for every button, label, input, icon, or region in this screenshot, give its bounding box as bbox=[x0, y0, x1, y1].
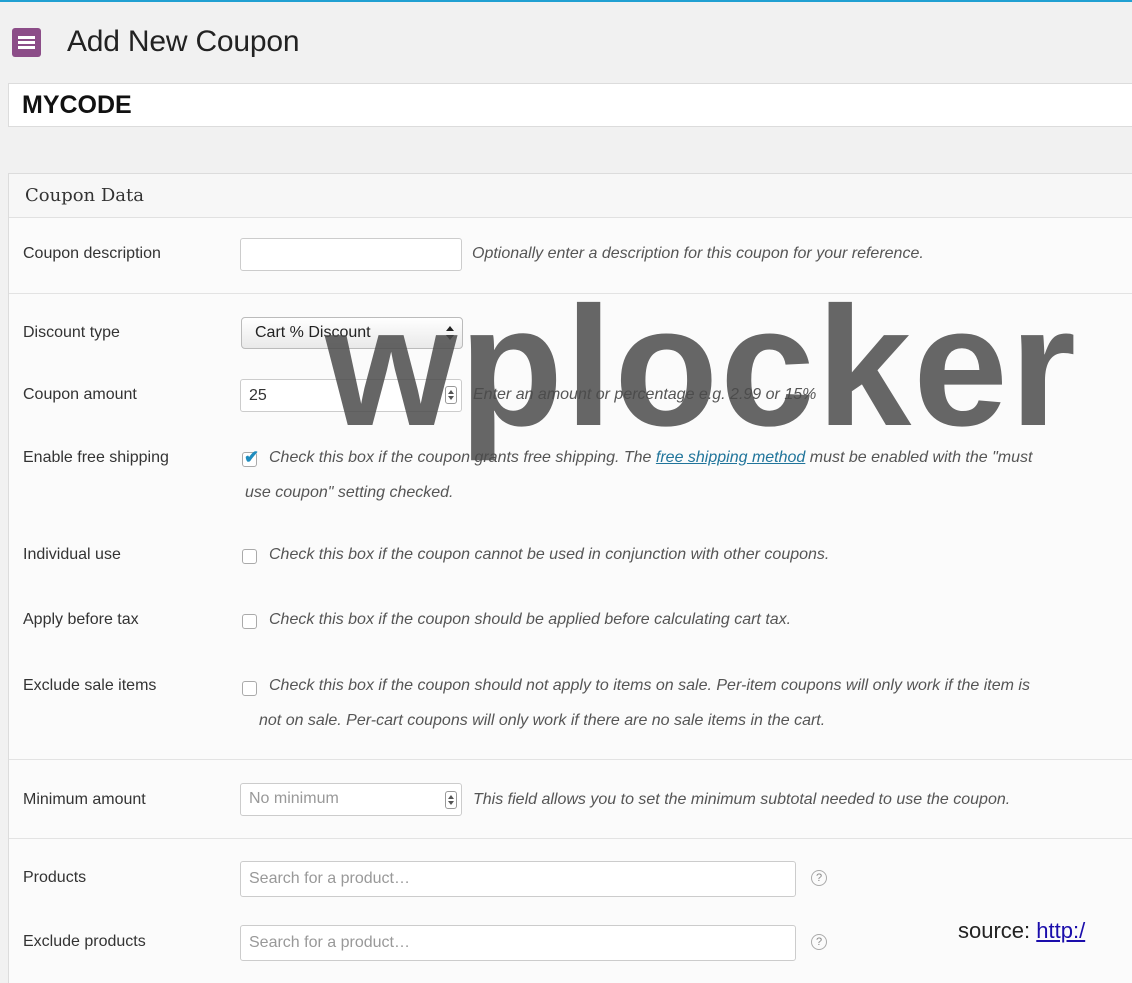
minimum-amount-hint: This field allows you to set the minimum… bbox=[473, 791, 1011, 808]
source-link[interactable]: http:/ bbox=[1036, 918, 1085, 943]
before-tax-label: Apply before tax bbox=[23, 611, 139, 628]
products-search-input[interactable]: Search for a product… bbox=[240, 861, 796, 897]
discount-type-label: Discount type bbox=[23, 324, 120, 341]
individual-use-hint: Check this box if the coupon cannot be u… bbox=[269, 546, 830, 563]
exclude-sale-label: Exclude sale items bbox=[23, 677, 157, 694]
coupon-description-input[interactable] bbox=[240, 238, 462, 271]
free-shipping-hint-line2: use coupon" setting checked. bbox=[245, 484, 454, 501]
section-divider bbox=[9, 759, 1132, 760]
coupon-code-input[interactable]: MYCODE bbox=[8, 83, 1132, 127]
coupon-amount-label: Coupon amount bbox=[23, 386, 137, 403]
help-icon[interactable]: ? bbox=[811, 870, 827, 886]
coupon-icon bbox=[12, 27, 41, 57]
stepper-icon[interactable] bbox=[445, 791, 457, 809]
coupon-description-label: Coupon description bbox=[23, 245, 161, 262]
exclude-sale-checkbox[interactable] bbox=[242, 681, 257, 696]
page-title: Add New Coupon bbox=[67, 25, 300, 58]
section-divider bbox=[9, 838, 1132, 839]
source-label: source: bbox=[958, 918, 1037, 943]
minimum-amount-label: Minimum amount bbox=[23, 791, 146, 808]
exclude-sale-hint-line2: not on sale. Per-cart coupons will only … bbox=[259, 712, 826, 729]
products-label: Products bbox=[23, 869, 87, 886]
exclude-sale-hint: Check this box if the coupon should not … bbox=[269, 677, 1030, 694]
exclude-products-search-input[interactable]: Search for a product… bbox=[240, 925, 796, 961]
watermark-text: wplocker bbox=[325, 272, 1078, 462]
free-shipping-label: Enable free shipping bbox=[23, 449, 169, 466]
minimum-amount-input[interactable]: No minimum bbox=[240, 783, 462, 816]
panel-title: Coupon Data bbox=[9, 174, 1132, 218]
before-tax-checkbox[interactable] bbox=[242, 614, 257, 629]
free-shipping-checkbox[interactable]: ✔ bbox=[242, 448, 259, 467]
individual-use-checkbox[interactable] bbox=[242, 549, 257, 564]
exclude-products-label: Exclude products bbox=[23, 933, 146, 950]
individual-use-label: Individual use bbox=[23, 546, 121, 563]
page-header: Add New Coupon bbox=[12, 24, 300, 60]
admin-top-border bbox=[0, 0, 1132, 2]
source-credit: source: http:/ bbox=[958, 918, 1085, 944]
help-icon[interactable]: ? bbox=[811, 934, 827, 950]
before-tax-hint: Check this box if the coupon should be a… bbox=[269, 611, 792, 628]
coupon-description-hint: Optionally enter a description for this … bbox=[472, 245, 924, 262]
checkmark-icon: ✔ bbox=[244, 447, 260, 467]
